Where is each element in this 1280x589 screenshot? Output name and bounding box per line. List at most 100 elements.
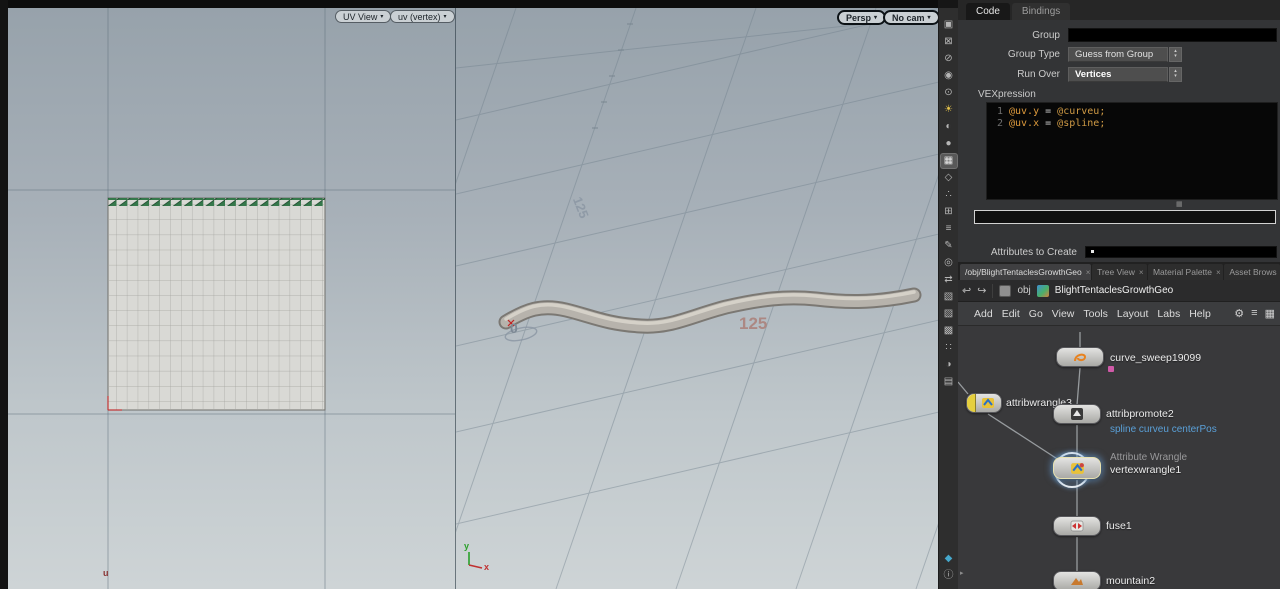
- grid-view-icon[interactable]: ▦: [1265, 307, 1275, 320]
- menu-labs[interactable]: Labs: [1157, 308, 1180, 320]
- tab-label: Tree View: [1097, 267, 1135, 277]
- group-type-row: Group Type Guess from Group ▴ ▾: [958, 46, 1280, 62]
- group-list-icon[interactable]: ≡: [941, 222, 957, 236]
- grid-toggle-icon[interactable]: ⊞: [941, 205, 957, 219]
- displacement-icon[interactable]: ▦: [940, 154, 957, 168]
- uv-view-menu[interactable]: UV View ▾: [335, 10, 392, 23]
- vexpression-label: VEXpression: [978, 89, 1036, 100]
- reference-plane-icon[interactable]: ▨: [941, 307, 957, 321]
- uv-viewport[interactable]: UV View ▾ uv (vertex) ▾ u: [8, 8, 455, 589]
- close-icon[interactable]: ×: [1216, 268, 1221, 277]
- template-flag[interactable]: [967, 394, 976, 412]
- camera-menu[interactable]: No cam ▾: [883, 10, 938, 25]
- uv-island: [107, 197, 326, 411]
- menu-view[interactable]: View: [1052, 308, 1075, 320]
- visualizer-icon[interactable]: ◑: [941, 358, 957, 372]
- stow-right-icon[interactable]: ▸: [960, 570, 964, 577]
- node-label[interactable]: attribpromote2: [1106, 408, 1174, 420]
- attributes-input[interactable]: [1085, 246, 1277, 258]
- tab-material-palette[interactable]: Material Palette ×: [1147, 264, 1224, 280]
- scene-overview-icon[interactable]: ▤: [941, 375, 957, 389]
- forward-icon[interactable]: ↪: [977, 284, 986, 297]
- view-pivot-icon[interactable]: ⊙: [941, 86, 957, 100]
- tentacle-mesh[interactable]: [498, 287, 922, 334]
- persp-view-menu[interactable]: Persp ▾: [837, 10, 887, 25]
- group-type-label: Group Type: [1007, 48, 1060, 60]
- node-vertexwrangle[interactable]: [1053, 457, 1101, 479]
- run-over-row: Run Over Vertices ▴ ▾: [958, 66, 1280, 82]
- run-over-spinner[interactable]: ▴ ▾: [1169, 66, 1182, 82]
- points-display-icon[interactable]: ∴: [941, 188, 957, 202]
- node-label[interactable]: fuse1: [1106, 520, 1132, 532]
- node-fuse[interactable]: [1053, 516, 1101, 536]
- tab-tree-view[interactable]: Tree View ×: [1092, 264, 1147, 280]
- grid-label-origin: 0: [510, 320, 518, 336]
- measure-icon[interactable]: ∷: [941, 341, 957, 355]
- menu-add[interactable]: Add: [974, 308, 993, 320]
- tab-bindings[interactable]: Bindings: [1011, 3, 1071, 20]
- obj-context-icon: [999, 284, 1012, 297]
- smooth-shading-icon[interactable]: ●: [941, 137, 957, 151]
- snippet-input[interactable]: [974, 210, 1276, 224]
- list-icon[interactable]: ≡: [1251, 307, 1257, 320]
- node-attribpromote[interactable]: [1053, 404, 1101, 424]
- node-label[interactable]: vertexwrangle1: [1110, 464, 1181, 476]
- group-input[interactable]: [1068, 28, 1277, 42]
- breadcrumb-current[interactable]: BlightTentaclesGrowthGeo: [1055, 285, 1173, 296]
- close-icon[interactable]: ×: [1139, 268, 1144, 277]
- stow-left-icon[interactable]: ◂: [962, 287, 966, 294]
- vex-editor[interactable]: 1 @uv.y = @curveu; 2 @uv.x = @spline;: [986, 102, 1278, 200]
- node-flag[interactable]: [1108, 366, 1114, 372]
- menu-layout[interactable]: Layout: [1117, 308, 1149, 320]
- run-over-label: Run Over: [1017, 68, 1060, 80]
- secure-selection-icon[interactable]: ⊠: [941, 35, 957, 49]
- resize-grip-icon[interactable]: ▦: [1176, 201, 1183, 208]
- node-attribwrangle[interactable]: [966, 393, 1002, 413]
- pin-icon[interactable]: ◆: [941, 552, 957, 566]
- construction-plane-icon[interactable]: ▧: [941, 290, 957, 304]
- menu-tools[interactable]: Tools: [1083, 308, 1108, 320]
- edit-pencil-icon[interactable]: ✎: [941, 239, 957, 253]
- node-mountain[interactable]: [1053, 571, 1101, 589]
- mountain-node-icon: [1071, 578, 1083, 585]
- snap-toggle-icon[interactable]: ◎: [941, 256, 957, 270]
- network-path-bar: ◂ ↩ ↪ obj BlightTentaclesGrowthGeo: [958, 280, 1280, 302]
- node-label[interactable]: curve_sweep19099: [1110, 352, 1201, 364]
- headlight-icon[interactable]: ☀: [941, 103, 957, 117]
- menu-help[interactable]: Help: [1189, 308, 1211, 320]
- camera-lock-icon[interactable]: ◉: [941, 69, 957, 83]
- info-icon[interactable]: ⓘ: [941, 569, 957, 583]
- breadcrumb-root[interactable]: obj: [1017, 285, 1030, 296]
- network-graph[interactable]: curve_sweep19099 attribwrangle3 attribpr…: [958, 326, 1280, 589]
- close-icon[interactable]: ×: [1086, 268, 1091, 277]
- tab-code[interactable]: Code: [966, 3, 1010, 20]
- tab-network-path[interactable]: /obj/BlightTentaclesGrowthGeo ×: [960, 264, 1092, 280]
- chevron-down-icon: ▾: [874, 14, 878, 21]
- uv-display-menu[interactable]: uv (vertex) ▾: [390, 10, 455, 23]
- run-over-dropdown[interactable]: Vertices: [1068, 66, 1168, 82]
- object-isolation-icon[interactable]: ▩: [941, 324, 957, 338]
- tab-label: /obj/BlightTentaclesGrowthGeo: [965, 267, 1082, 277]
- uv-axis-u-label: u: [103, 568, 109, 578]
- promote-node-icon: [1071, 408, 1083, 420]
- menu-edit[interactable]: Edit: [1002, 308, 1020, 320]
- persp-viewport[interactable]: 125 125 0 Persp ▾ No cam ▾ y x: [455, 8, 938, 589]
- fuse-node-icon: [1070, 520, 1084, 532]
- snapshot-icon[interactable]: ▣: [941, 18, 957, 32]
- persp-view-menu-label: Persp: [846, 12, 872, 23]
- menu-go[interactable]: Go: [1029, 308, 1043, 320]
- axis-x-label: x: [484, 562, 490, 572]
- group-type-spinner[interactable]: ▴ ▾: [1169, 46, 1182, 62]
- tab-asset-browser[interactable]: Asset Brows: [1224, 264, 1280, 280]
- grid-tick-marks: [592, 23, 633, 129]
- node-label[interactable]: mountain2: [1106, 575, 1155, 587]
- swap-view-icon[interactable]: ⇄: [941, 273, 957, 287]
- wireframe-icon[interactable]: ◇: [941, 171, 957, 185]
- lighting-mode-icon[interactable]: ◐: [941, 120, 957, 134]
- group-type-dropdown[interactable]: Guess from Group: [1068, 46, 1168, 62]
- node-type-label: Attribute Wrangle: [1110, 452, 1188, 463]
- settings-gear-icon[interactable]: ⚙: [1234, 307, 1244, 320]
- code-line-1: 1 @uv.y = @curveu;: [996, 106, 1106, 117]
- selection-visibility-icon[interactable]: ⊘: [941, 52, 957, 66]
- node-curve-sweep[interactable]: [1056, 347, 1104, 367]
